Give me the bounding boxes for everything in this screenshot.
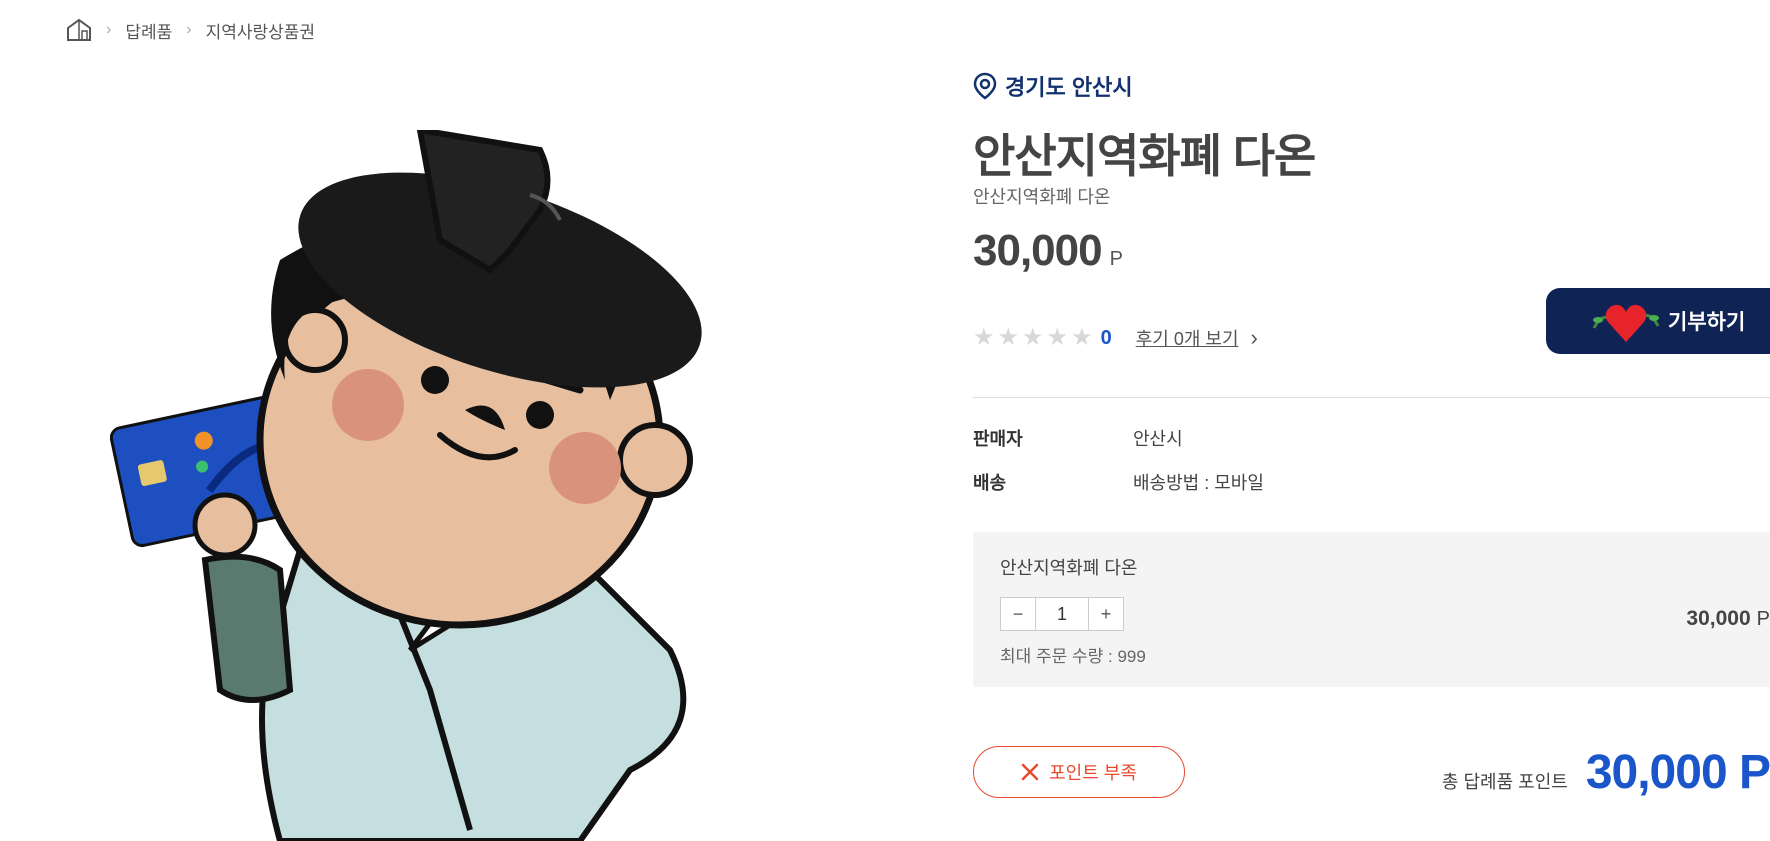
heart-icon [1592,304,1660,342]
quantity-stepper: − 1 + [1000,597,1124,631]
product-image [110,130,830,841]
option-name: 안산지역화폐 다온 [1000,558,1138,578]
seller-label: 판매자 [973,429,1023,449]
option-price: 30,000 P [1686,607,1770,631]
rating-row: ★ ★ ★ ★ ★ 0 후기 0개 보기 › [973,325,1258,351]
star-icon: ★ [1022,324,1044,351]
product-subtitle: 안산지역화폐 다온 [973,187,1111,207]
price-value: 30,000 [973,226,1103,275]
option-price-value: 30,000 [1686,607,1751,630]
product-price: 30,000 P [973,226,1123,276]
decrement-button[interactable]: − [1001,598,1035,630]
product-title: 안산지역화폐 다온 [973,130,1316,182]
insufficient-points-label: 포인트 부족 [1049,763,1137,783]
product-info-panel: 경기도 안산시 안산지역화폐 다온 안산지역화폐 다온 30,000 P ★ ★… [973,0,1770,841]
shipping-label: 배송 [973,473,1007,493]
total-label: 총 답례품 포인트 [1441,772,1568,792]
option-price-unit: P [1756,608,1770,630]
star-icon: ★ [1046,324,1069,351]
star-icon: ★ [973,324,995,351]
review-link[interactable]: 후기 0개 보기 [1136,325,1239,351]
seller-value: 안산시 [1133,429,1183,449]
donate-button[interactable]: 기부하기 [1546,288,1770,354]
insufficient-points-button[interactable]: 포인트 부족 [973,746,1185,798]
seller-row: 판매자 안산시 [973,425,1183,451]
region-label: 경기도 안산시 [1005,75,1133,100]
breadcrumb: › 답례품 › 지역사랑상품권 [66,18,315,42]
product-region: 경기도 안산시 [973,70,1133,102]
chevron-right-icon[interactable]: › [1251,325,1258,351]
price-unit: P [1109,248,1123,270]
star-icon: ★ [997,324,1020,351]
shipping-row: 배송 배송방법 : 모바일 [973,469,1264,495]
quantity-input[interactable]: 1 [1035,598,1089,630]
donate-label: 기부하기 [1668,311,1746,334]
breadcrumb-item-gift[interactable]: 답례품 [125,18,172,43]
chevron-right-icon: › [186,21,192,38]
breadcrumb-item-voucher[interactable]: 지역사랑상품권 [206,18,315,43]
rating-count: 0 [1100,326,1112,349]
star-icon: ★ [1071,324,1093,351]
shipping-value: 배송방법 : 모바일 [1133,473,1264,493]
close-icon [1021,763,1039,781]
total-points: 총 답례품 포인트 30,000 P [1442,745,1770,800]
max-order-text: 최대 주문 수량 : 999 [1000,647,1146,666]
divider [973,397,1770,398]
option-box: 안산지역화폐 다온 − 1 + 최대 주문 수량 : 999 30,000 P [973,532,1770,687]
chevron-right-icon: › [106,21,112,38]
star-rating: ★ ★ ★ ★ ★ [973,326,1093,350]
total-value: 30,000 P [1585,746,1770,799]
home-icon[interactable] [66,18,92,42]
location-pin-icon [973,72,997,100]
increment-button[interactable]: + [1089,598,1123,630]
